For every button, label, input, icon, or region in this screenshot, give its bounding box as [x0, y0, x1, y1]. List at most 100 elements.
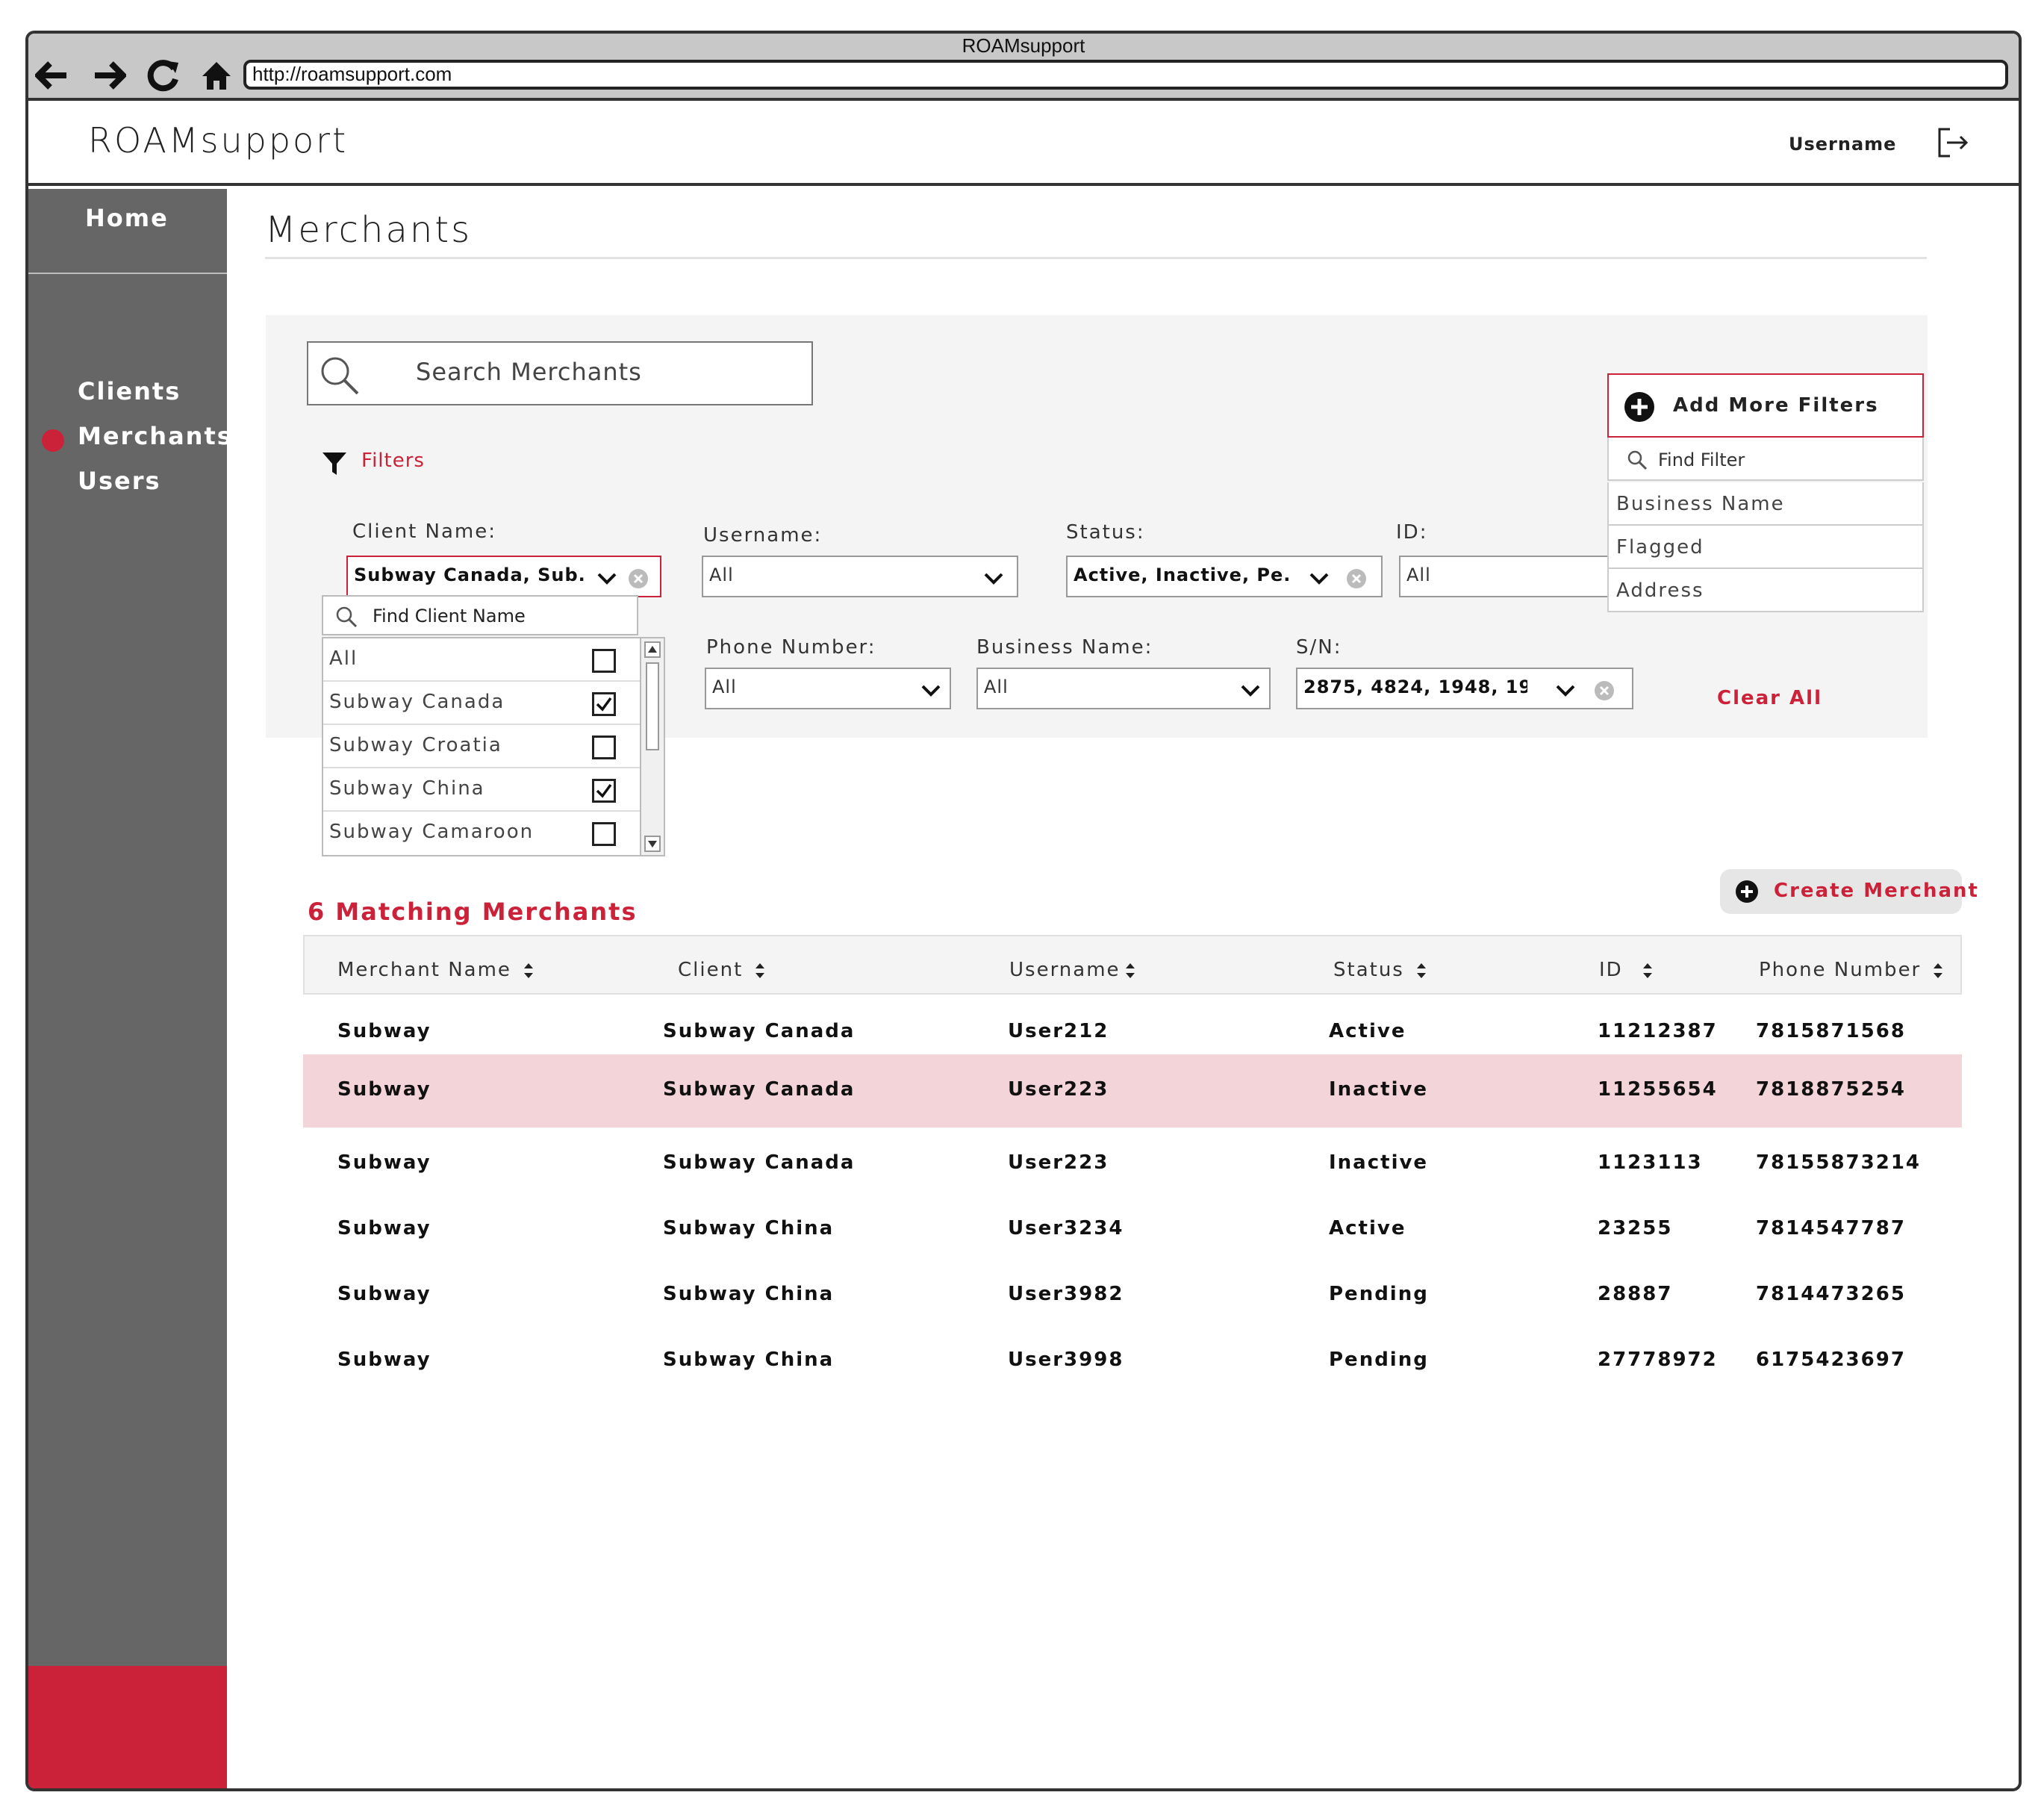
browser-toolbar: ROAMsupport http://roamsupport.com	[28, 34, 2019, 101]
checkbox-checked[interactable]	[592, 779, 616, 803]
table-row[interactable]: Subway Subway China User3982 Pending 288…	[303, 1259, 1962, 1332]
title-divider	[265, 257, 1927, 259]
scroll-thumb[interactable]	[646, 662, 659, 750]
filter-option-business-name[interactable]: Business Name	[1607, 482, 1924, 526]
status-filter-label: Status:	[1066, 521, 1145, 544]
active-indicator-dot	[42, 429, 64, 452]
cell-status: Pending	[1329, 1283, 1429, 1305]
search-icon	[1627, 450, 1648, 470]
sidebar-item-home[interactable]: Home	[28, 189, 227, 274]
sidebar-item-merchants[interactable]: Merchants	[28, 419, 231, 458]
client-find-input[interactable]: Find Client Name	[322, 595, 638, 635]
status-select[interactable]: Active, Inactive, Pe...	[1066, 556, 1383, 597]
sn-select[interactable]: 2875, 4824, 1948, 19...	[1296, 668, 1633, 709]
cell-phone-number: 7814473265	[1756, 1283, 1906, 1305]
create-merchant-label: Create Merchant	[1774, 880, 1979, 902]
add-more-filters-button[interactable]: Add More Filters	[1607, 373, 1924, 438]
clear-all-link[interactable]: Clear All	[1717, 687, 1822, 709]
funnel-icon	[323, 452, 346, 475]
chevron-down-icon	[984, 573, 1003, 585]
client-option[interactable]: All	[323, 638, 640, 682]
checkbox-checked[interactable]	[592, 692, 616, 716]
column-header-id[interactable]: ID	[1599, 959, 1654, 981]
sort-icon[interactable]	[1641, 960, 1654, 981]
table-row[interactable]: Subway Subway Canada User223 Inactive 11…	[303, 1128, 1962, 1201]
table-row[interactable]: Subway Subway China User3998 Pending 277…	[303, 1325, 1962, 1398]
table-row[interactable]: Subway Subway China User3234 Active 2325…	[303, 1193, 1962, 1266]
checkbox[interactable]	[592, 822, 616, 846]
client-name-select[interactable]: Subway Canada, Sub...	[346, 556, 661, 597]
cell-merchant-name: Subway	[337, 1151, 431, 1174]
forward-arrow-icon[interactable]	[88, 55, 130, 96]
sn-value: 2875, 4824, 1948, 19...	[1303, 677, 1527, 697]
client-option[interactable]: Subway Camaroon	[323, 812, 640, 855]
sidebar-item-clients[interactable]: Clients	[28, 374, 227, 413]
home-icon[interactable]	[196, 55, 237, 96]
find-filter-input[interactable]: Find Filter	[1607, 438, 1924, 481]
back-arrow-icon[interactable]	[31, 55, 73, 96]
sort-icon[interactable]	[1931, 960, 1945, 981]
username-select[interactable]: All	[702, 556, 1018, 597]
clear-icon[interactable]	[1345, 567, 1368, 590]
chevron-down-icon	[1556, 685, 1575, 697]
chevron-down-icon	[1309, 573, 1329, 585]
cell-id: 27778972	[1598, 1349, 1718, 1371]
client-name-value: Subway Canada, Sub...	[354, 565, 585, 585]
add-more-filters-label: Add More Filters	[1673, 394, 1879, 417]
search-input[interactable]: Search Merchants	[307, 341, 813, 405]
scrollbar[interactable]	[640, 638, 664, 855]
chevron-down-icon	[597, 573, 617, 585]
cell-status: Inactive	[1329, 1151, 1429, 1174]
checkmark-icon	[596, 697, 612, 712]
column-header-client[interactable]: Client	[678, 959, 767, 981]
business-name-select[interactable]: All	[976, 668, 1271, 709]
create-merchant-button[interactable]: Create Merchant	[1720, 869, 1978, 914]
column-header-merchant-name[interactable]: Merchant Name	[337, 959, 535, 981]
column-header-status[interactable]: Status	[1333, 959, 1428, 981]
sort-icon[interactable]	[522, 960, 535, 981]
cell-status: Inactive	[1329, 1078, 1429, 1101]
cell-merchant-name: Subway	[337, 1078, 431, 1101]
cell-id: 28887	[1598, 1283, 1673, 1305]
filter-option-address[interactable]: Address	[1607, 569, 1924, 612]
find-filter-placeholder: Find Filter	[1658, 450, 1745, 470]
sort-icon[interactable]	[1124, 960, 1137, 981]
sort-icon[interactable]	[1415, 960, 1428, 981]
username-filter-label: Username:	[703, 524, 823, 547]
app-logo[interactable]: ROAMsupport	[88, 120, 348, 161]
scroll-down-icon[interactable]	[644, 836, 661, 852]
filter-option-label: Address	[1616, 579, 1704, 602]
client-option[interactable]: Subway Croatia	[323, 725, 640, 768]
scroll-up-icon[interactable]	[644, 641, 661, 658]
checkbox[interactable]	[592, 649, 616, 673]
logout-icon[interactable]	[1935, 125, 1971, 161]
filter-option-flagged[interactable]: Flagged	[1607, 526, 1924, 569]
cell-merchant-name: Subway	[337, 1349, 431, 1371]
sidebar-item-label: Users	[78, 467, 161, 495]
cell-phone-number: 7818875254	[1756, 1078, 1906, 1101]
column-header-username[interactable]: Username	[1009, 959, 1137, 981]
username-label[interactable]: Username	[1789, 134, 1896, 155]
cell-username: User223	[1008, 1151, 1109, 1174]
filter-option-label: Business Name	[1616, 493, 1785, 515]
chevron-down-icon	[921, 685, 941, 697]
sidebar-item-label: Merchants	[78, 422, 233, 450]
client-option[interactable]: Subway China	[323, 768, 640, 812]
app-header: ROAMsupport Username	[28, 101, 2019, 186]
table-row-highlighted[interactable]: Subway Subway Canada User223 Inactive 11…	[303, 1054, 1962, 1128]
url-bar[interactable]: http://roamsupport.com	[243, 60, 2008, 90]
cell-merchant-name: Subway	[337, 1020, 431, 1042]
sort-icon[interactable]	[753, 960, 767, 981]
id-input[interactable]: All	[1399, 556, 1610, 597]
sidebar-item-users[interactable]: Users	[28, 464, 227, 503]
client-option[interactable]: Subway Canada	[323, 682, 640, 725]
checkbox[interactable]	[592, 735, 616, 759]
column-header-phone-number[interactable]: Phone Number	[1759, 959, 1945, 981]
reload-icon[interactable]	[142, 55, 184, 96]
phone-number-label: Phone Number:	[706, 636, 876, 659]
phone-number-select[interactable]: All	[705, 668, 951, 709]
clear-icon[interactable]	[1593, 679, 1615, 702]
cell-phone-number: 78155873214	[1756, 1151, 1921, 1174]
cell-id: 23255	[1598, 1217, 1673, 1240]
clear-icon[interactable]	[627, 567, 649, 590]
